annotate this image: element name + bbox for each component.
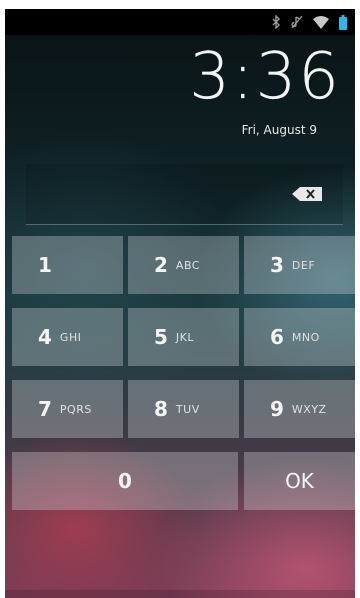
key-digit: 0 [118, 469, 132, 493]
key-digit: 4 [38, 325, 52, 349]
key-letters: JKL [175, 330, 195, 344]
key-0[interactable]: 0 [12, 452, 238, 510]
key-5[interactable]: 5 JKL [128, 308, 239, 366]
key-digit: 2 [154, 253, 168, 277]
key-digit: 1 [38, 253, 52, 277]
key-letters: MNO [291, 330, 320, 344]
status-bar [5, 9, 355, 35]
key-9[interactable]: 9 WXYZ [244, 380, 355, 438]
backspace-icon [292, 187, 322, 201]
ok-button[interactable]: OK [244, 452, 355, 510]
key-digit: 8 [154, 397, 168, 421]
battery-icon [339, 14, 347, 30]
key-letters: DEF [291, 258, 316, 272]
key-digit: 6 [270, 325, 284, 349]
key-letters: WXYZ [291, 402, 327, 416]
key-letters: ABC [175, 258, 200, 272]
key-letters: PQRS [59, 402, 92, 416]
bottom-edge [5, 590, 355, 598]
key-8[interactable]: 8 TUV [128, 380, 239, 438]
key-6[interactable]: 6 MNO [244, 308, 355, 366]
ok-label: OK [285, 469, 314, 493]
key-2[interactable]: 2 ABC [128, 236, 239, 294]
wifi-icon [313, 15, 329, 29]
silent-mode-icon [291, 15, 303, 29]
key-digit: 3 [270, 253, 284, 277]
key-digit: 5 [154, 325, 168, 349]
lock-screen: 3:36 Fri, August 9 1 2 ABC 3 DEF 4 GHI 5… [5, 9, 355, 598]
key-4[interactable]: 4 GHI [12, 308, 123, 366]
key-3[interactable]: 3 DEF [244, 236, 355, 294]
bluetooth-icon [271, 15, 281, 29]
key-letters: GHI [59, 330, 82, 344]
key-digit: 7 [38, 397, 52, 421]
key-7[interactable]: 7 PQRS [12, 380, 123, 438]
clock-date: Fri, August 9 [241, 123, 317, 137]
clock-time: 3:36 [189, 40, 341, 114]
key-digit: 9 [270, 397, 284, 421]
key-letters: TUV [175, 402, 200, 416]
key-1[interactable]: 1 [12, 236, 123, 294]
backspace-button[interactable] [291, 186, 323, 202]
pin-entry-field[interactable] [26, 164, 343, 225]
